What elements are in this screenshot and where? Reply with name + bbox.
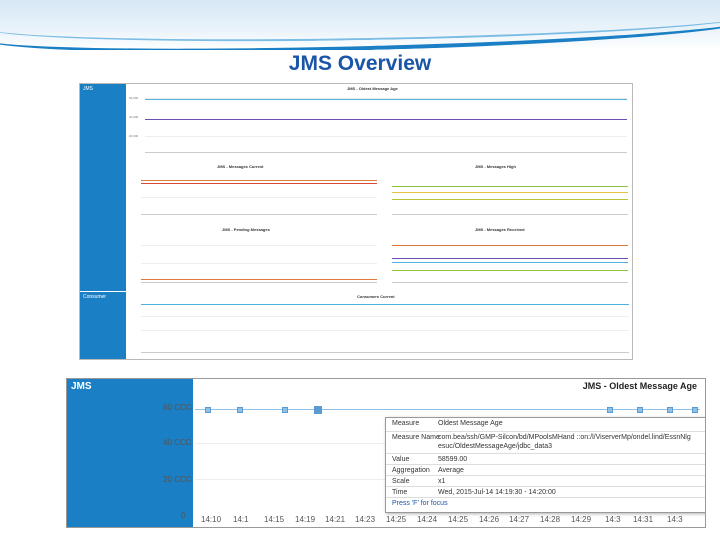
zoom-y-tick: 20 CCC <box>163 475 192 484</box>
zoom-x-tick: 14:19 <box>295 515 316 524</box>
zoom-series-line <box>195 409 700 410</box>
zoom-y-tick: 40 CCC <box>163 438 192 447</box>
tooltip-value: Wed, 2015-Jul-14 14:19:30 - 14:20:00 <box>438 489 556 496</box>
series-line-olive <box>392 199 628 200</box>
gridline <box>141 197 377 198</box>
zoom-x-tick: 14:21 <box>325 515 346 524</box>
messages-received-title: JMS - Messages Received <box>475 227 525 232</box>
y-tick: 40,000 <box>129 115 139 119</box>
x-axis <box>145 152 627 153</box>
gridline <box>141 316 629 317</box>
zoom-x-tick: 14:15 <box>264 515 285 524</box>
tooltip-hint: Press 'F' for focus <box>386 497 705 510</box>
oldest-age-zoom-panel: JMS JMS - Oldest Message Age 60 CCC 40 C… <box>66 378 706 528</box>
consumer-sidebar[interactable]: Consumer <box>80 292 126 359</box>
tooltip-key: Scale <box>392 478 410 485</box>
pending-messages-chart[interactable]: JMS - Pending Messages <box>127 225 379 291</box>
zoom-x-tick: 14:1 <box>233 515 249 524</box>
zoom-x-tick: 14:28 <box>540 515 561 524</box>
dashboard-screenshot: JMS Consumer JMS - Oldest Message Age 60… <box>79 83 633 360</box>
messages-current-chart[interactable]: JMS - Messages Current <box>127 162 379 224</box>
series-point[interactable] <box>667 407 673 413</box>
tooltip-value: 58599.00 <box>438 456 468 463</box>
zoom-x-tick: 14:3 <box>605 515 621 524</box>
tooltip-value: Average <box>438 467 464 474</box>
series-line-red <box>141 183 377 184</box>
series-point[interactable] <box>637 407 643 413</box>
tooltip-key: Aggregation <box>392 467 430 474</box>
header-banner <box>0 0 720 50</box>
series-line-orange <box>141 180 377 181</box>
series-line-green <box>392 270 628 271</box>
x-axis <box>141 214 377 215</box>
gridline <box>141 245 377 246</box>
gridline <box>141 263 377 264</box>
gridline <box>141 330 629 331</box>
messages-high-chart[interactable]: JMS - Messages High <box>380 162 632 224</box>
series-line-green <box>392 186 628 187</box>
data-tooltip: Measure Oldest Message Age Measure Name … <box>385 417 705 513</box>
x-axis <box>392 282 628 283</box>
messages-current-title: JMS - Messages Current <box>217 164 264 169</box>
consumers-current-chart[interactable]: Consumers Current <box>127 292 632 359</box>
jms-sidebar-label: JMS <box>83 86 93 92</box>
tooltip-value: Oldest Message Age <box>438 420 503 427</box>
series-line-blue <box>141 304 629 305</box>
x-axis <box>141 352 629 353</box>
y-tick: 20,000 <box>129 134 139 138</box>
zoom-y-tick: 0 <box>181 511 186 520</box>
x-axis <box>141 282 377 283</box>
zoom-x-tick: 14:10 <box>201 515 222 524</box>
series-line-blue <box>392 262 628 263</box>
messages-high-title: JMS - Messages High <box>475 164 516 169</box>
jms-sidebar[interactable]: JMS <box>80 84 126 291</box>
zoom-jms-sidebar[interactable]: JMS <box>67 379 193 527</box>
consumer-sidebar-label: Consumer <box>83 294 107 300</box>
tooltip-key: Measure <box>392 420 420 427</box>
zoom-x-tick: 14:29 <box>571 515 592 524</box>
series-line-purple <box>392 258 628 259</box>
series-point[interactable] <box>205 407 211 413</box>
oldest-age-chart-title: JMS - Oldest Message Age <box>347 86 398 91</box>
series-line-blue <box>145 99 627 100</box>
messages-received-chart[interactable]: JMS - Messages Received <box>380 225 632 291</box>
zoom-chart-title: JMS - Oldest Message Age <box>582 381 697 391</box>
zoom-x-tick: 14:26 <box>479 515 500 524</box>
zoom-y-tick: 60 CCC <box>163 403 192 412</box>
zoom-x-tick: 14:25 <box>448 515 469 524</box>
tooltip-value: x1 <box>438 478 446 485</box>
series-point-selected[interactable] <box>314 406 322 414</box>
gridline <box>145 136 627 137</box>
series-line-orange <box>392 245 628 246</box>
tooltip-hint-text: Press 'F' for focus <box>392 500 448 507</box>
series-point[interactable] <box>282 407 288 413</box>
tooltip-value-line2: esuc/OldestMessageAge/jdbc_data3 <box>438 443 553 450</box>
tooltip-row-name: Measure Name com.bea/ssh/GMP-Silcon/bd/M… <box>386 431 705 454</box>
slide-title: JMS Overview <box>288 52 432 75</box>
zoom-jms-label: JMS <box>71 381 92 392</box>
zoom-x-tick: 14:31 <box>633 515 654 524</box>
tooltip-key: Time <box>392 489 408 496</box>
series-point[interactable] <box>237 407 243 413</box>
series-line-orange <box>141 279 377 280</box>
x-axis <box>392 214 628 215</box>
zoom-x-tick: 14:25 <box>386 515 407 524</box>
zoom-x-tick: 14:24 <box>417 515 438 524</box>
series-line-yellow <box>392 192 628 193</box>
series-point[interactable] <box>607 407 613 413</box>
tooltip-key: Measure Name <box>392 434 440 441</box>
y-tick: 60,000 <box>129 96 139 100</box>
pending-messages-title: JMS - Pending Messages <box>222 227 270 232</box>
zoom-x-tick: 14:3 <box>667 515 683 524</box>
oldest-age-chart[interactable]: JMS - Oldest Message Age 60,000 40,000 2… <box>127 84 632 160</box>
zoom-x-tick: 14:27 <box>509 515 530 524</box>
series-line-purple <box>145 119 627 120</box>
zoom-x-tick: 14:23 <box>355 515 376 524</box>
consumers-current-title: Consumers Current <box>357 294 395 299</box>
tooltip-value: com.bea/ssh/GMP-Silcon/bd/MPoolsMHand ::… <box>438 434 691 441</box>
series-point[interactable] <box>692 407 698 413</box>
tooltip-row-measure: Measure Oldest Message Age <box>386 420 705 431</box>
tooltip-key: Value <box>392 456 410 463</box>
